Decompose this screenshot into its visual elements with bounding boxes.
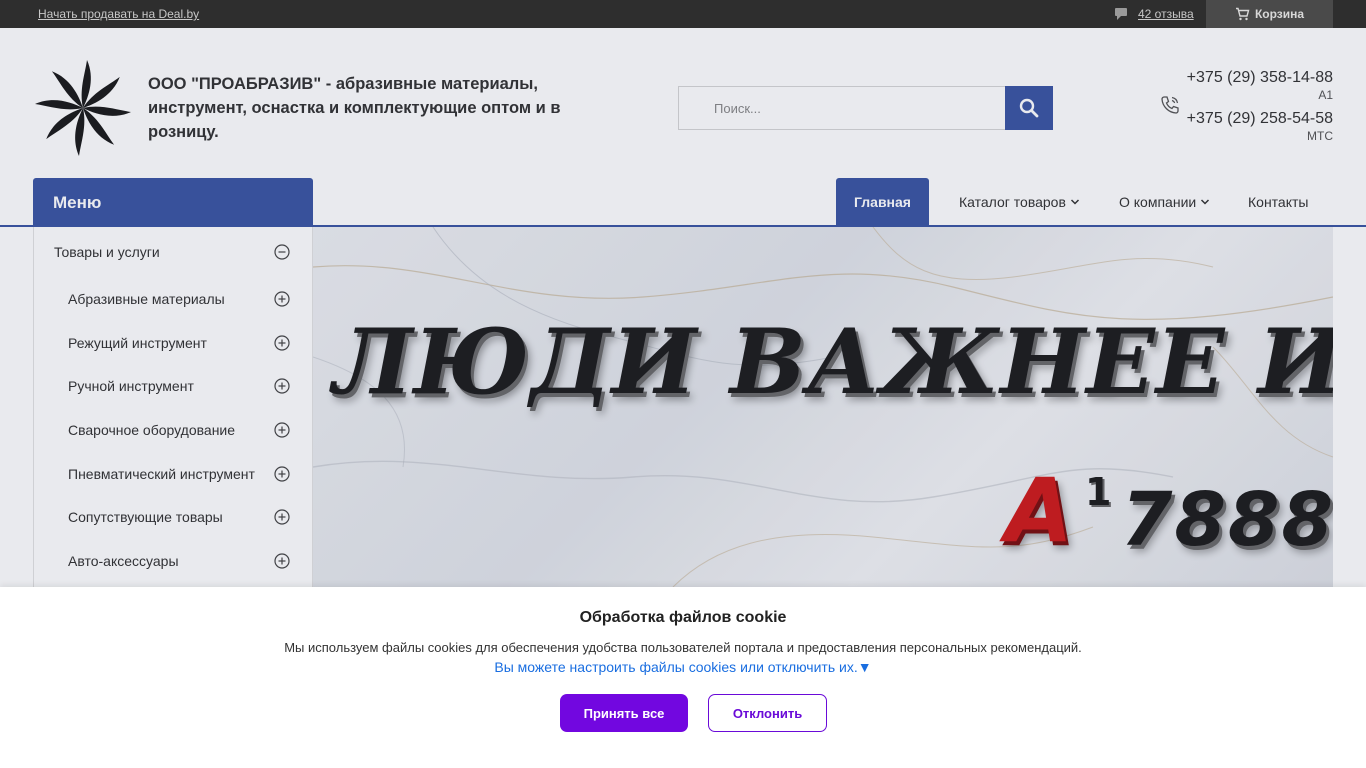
nav-catalog[interactable]: Каталог товаров (959, 178, 1080, 225)
start-selling-link[interactable]: Начать продавать на Deal.by (38, 7, 199, 21)
sidebar-item-label: Товары и услуги (54, 244, 160, 260)
expand-icon[interactable] (274, 553, 290, 569)
nav-contacts[interactable]: Контакты (1248, 178, 1308, 225)
nav-catalog-label: Каталог товаров (959, 193, 1066, 210)
cart-button[interactable]: Корзина (1206, 0, 1333, 28)
nav-contacts-label: Контакты (1248, 193, 1309, 210)
chevron-down-icon (1201, 198, 1210, 205)
expand-icon[interactable] (274, 335, 290, 351)
sidebar-item-welding[interactable]: Сварочное оборудование (34, 410, 312, 450)
short-number: 7888 (1121, 477, 1333, 563)
a1-logo-superscript: 1 (1085, 470, 1112, 514)
sidebar-item-abrasives[interactable]: Абразивные материалы (34, 279, 312, 319)
main-nav: Меню Главная Каталог товаров О компании … (0, 178, 1366, 227)
phone-operator: МТС (1307, 129, 1333, 143)
search-button[interactable] (1005, 86, 1053, 130)
sidebar-item-goods-services[interactable]: Товары и услуги (34, 232, 312, 272)
sidebar-item-label: Пневматический инструмент (68, 466, 255, 482)
cookie-title: Обработка файлов cookie (579, 609, 787, 626)
phone-number: +375 (29) 258-54-58 (1186, 110, 1333, 127)
cookie-settings-link[interactable]: Вы можете настроить файлы cookies или от… (0, 659, 1366, 675)
banner-slogan: ЛЮДИ ВАЖНЕЕ ИДЕЙ (333, 309, 1333, 415)
phone-operator: A1 (1318, 88, 1333, 102)
menu-toggle[interactable]: Меню (33, 178, 313, 227)
search-icon (1019, 98, 1039, 118)
phone-icon (1161, 96, 1179, 114)
phone-a1[interactable]: +375 (29) 358-14-88 A1 (1187, 69, 1333, 102)
cart-icon (1235, 7, 1250, 21)
expand-icon[interactable] (274, 291, 290, 307)
expand-icon[interactable] (274, 466, 290, 482)
cart-label: Корзина (1254, 7, 1305, 21)
search-input[interactable] (679, 87, 1005, 129)
nav-home-label: Главная (854, 193, 911, 210)
comment-icon (1115, 8, 1127, 20)
promo-banner[interactable]: ЛЮДИ ВАЖНЕЕ ИДЕЙ A 1 7888 (313, 227, 1333, 587)
sidebar-item-cutting-tools[interactable]: Режущий инструмент (34, 323, 312, 363)
search-form (678, 86, 1053, 130)
accept-all-button[interactable]: Принять все (560, 694, 688, 732)
collapse-icon[interactable] (274, 244, 290, 260)
chevron-down-icon (1070, 198, 1079, 205)
sidebar-item-label: Абразивные материалы (68, 291, 225, 307)
sidebar-item-label: Ручной инструмент (68, 378, 194, 394)
sidebar-item-hand-tools[interactable]: Ручной инструмент (34, 366, 312, 406)
phone-mts[interactable]: +375 (29) 258-54-58 МТС (1187, 110, 1333, 143)
expand-icon[interactable] (274, 422, 290, 438)
nav-about[interactable]: О компании (1119, 178, 1210, 225)
sidebar-item-label: Режущий инструмент (68, 335, 207, 351)
expand-icon[interactable] (274, 378, 290, 394)
cookie-banner: Обработка файлов cookie Мы используем фа… (0, 587, 1366, 768)
sidebar-item-label: Сварочное оборудование (68, 422, 236, 438)
top-bar: Начать продавать на Deal.by 42 отзыва Ко… (0, 0, 1366, 28)
company-logo[interactable] (33, 58, 133, 158)
decline-button[interactable]: Отклонить (708, 694, 827, 732)
sidebar-item-label: Авто-аксессуары (68, 553, 179, 569)
expand-icon[interactable] (274, 509, 290, 525)
company-name: ООО "ПРОАБРАЗИВ" - абразивные материалы,… (148, 75, 561, 141)
site-header: ООО "ПРОАБРАЗИВ" - абразивные материалы,… (0, 28, 1366, 178)
reviews-link[interactable]: 42 отзыва (1114, 6, 1194, 22)
sidebar-item-pneumatic[interactable]: Пневматический инструмент (34, 454, 312, 494)
nav-home[interactable]: Главная (836, 178, 929, 225)
nav-about-label: О компании (1119, 193, 1197, 210)
sidebar-item-auto-accessories[interactable]: Авто-аксессуары (34, 541, 312, 581)
sidebar-item-related-goods[interactable]: Сопутствующие товары (34, 497, 312, 537)
cookie-text: Мы используем файлы cookies для обеспече… (284, 640, 1082, 655)
a1-logo-letter: A (1005, 459, 1074, 562)
category-sidebar: Товары и услуги Абразивные материалы Реж… (33, 227, 313, 587)
phone-number: +375 (29) 358-14-88 (1186, 69, 1333, 86)
sidebar-item-label: Сопутствующие товары (68, 509, 223, 525)
menu-label: Меню (53, 192, 102, 212)
reviews-count: 42 отзыва (1138, 7, 1194, 21)
